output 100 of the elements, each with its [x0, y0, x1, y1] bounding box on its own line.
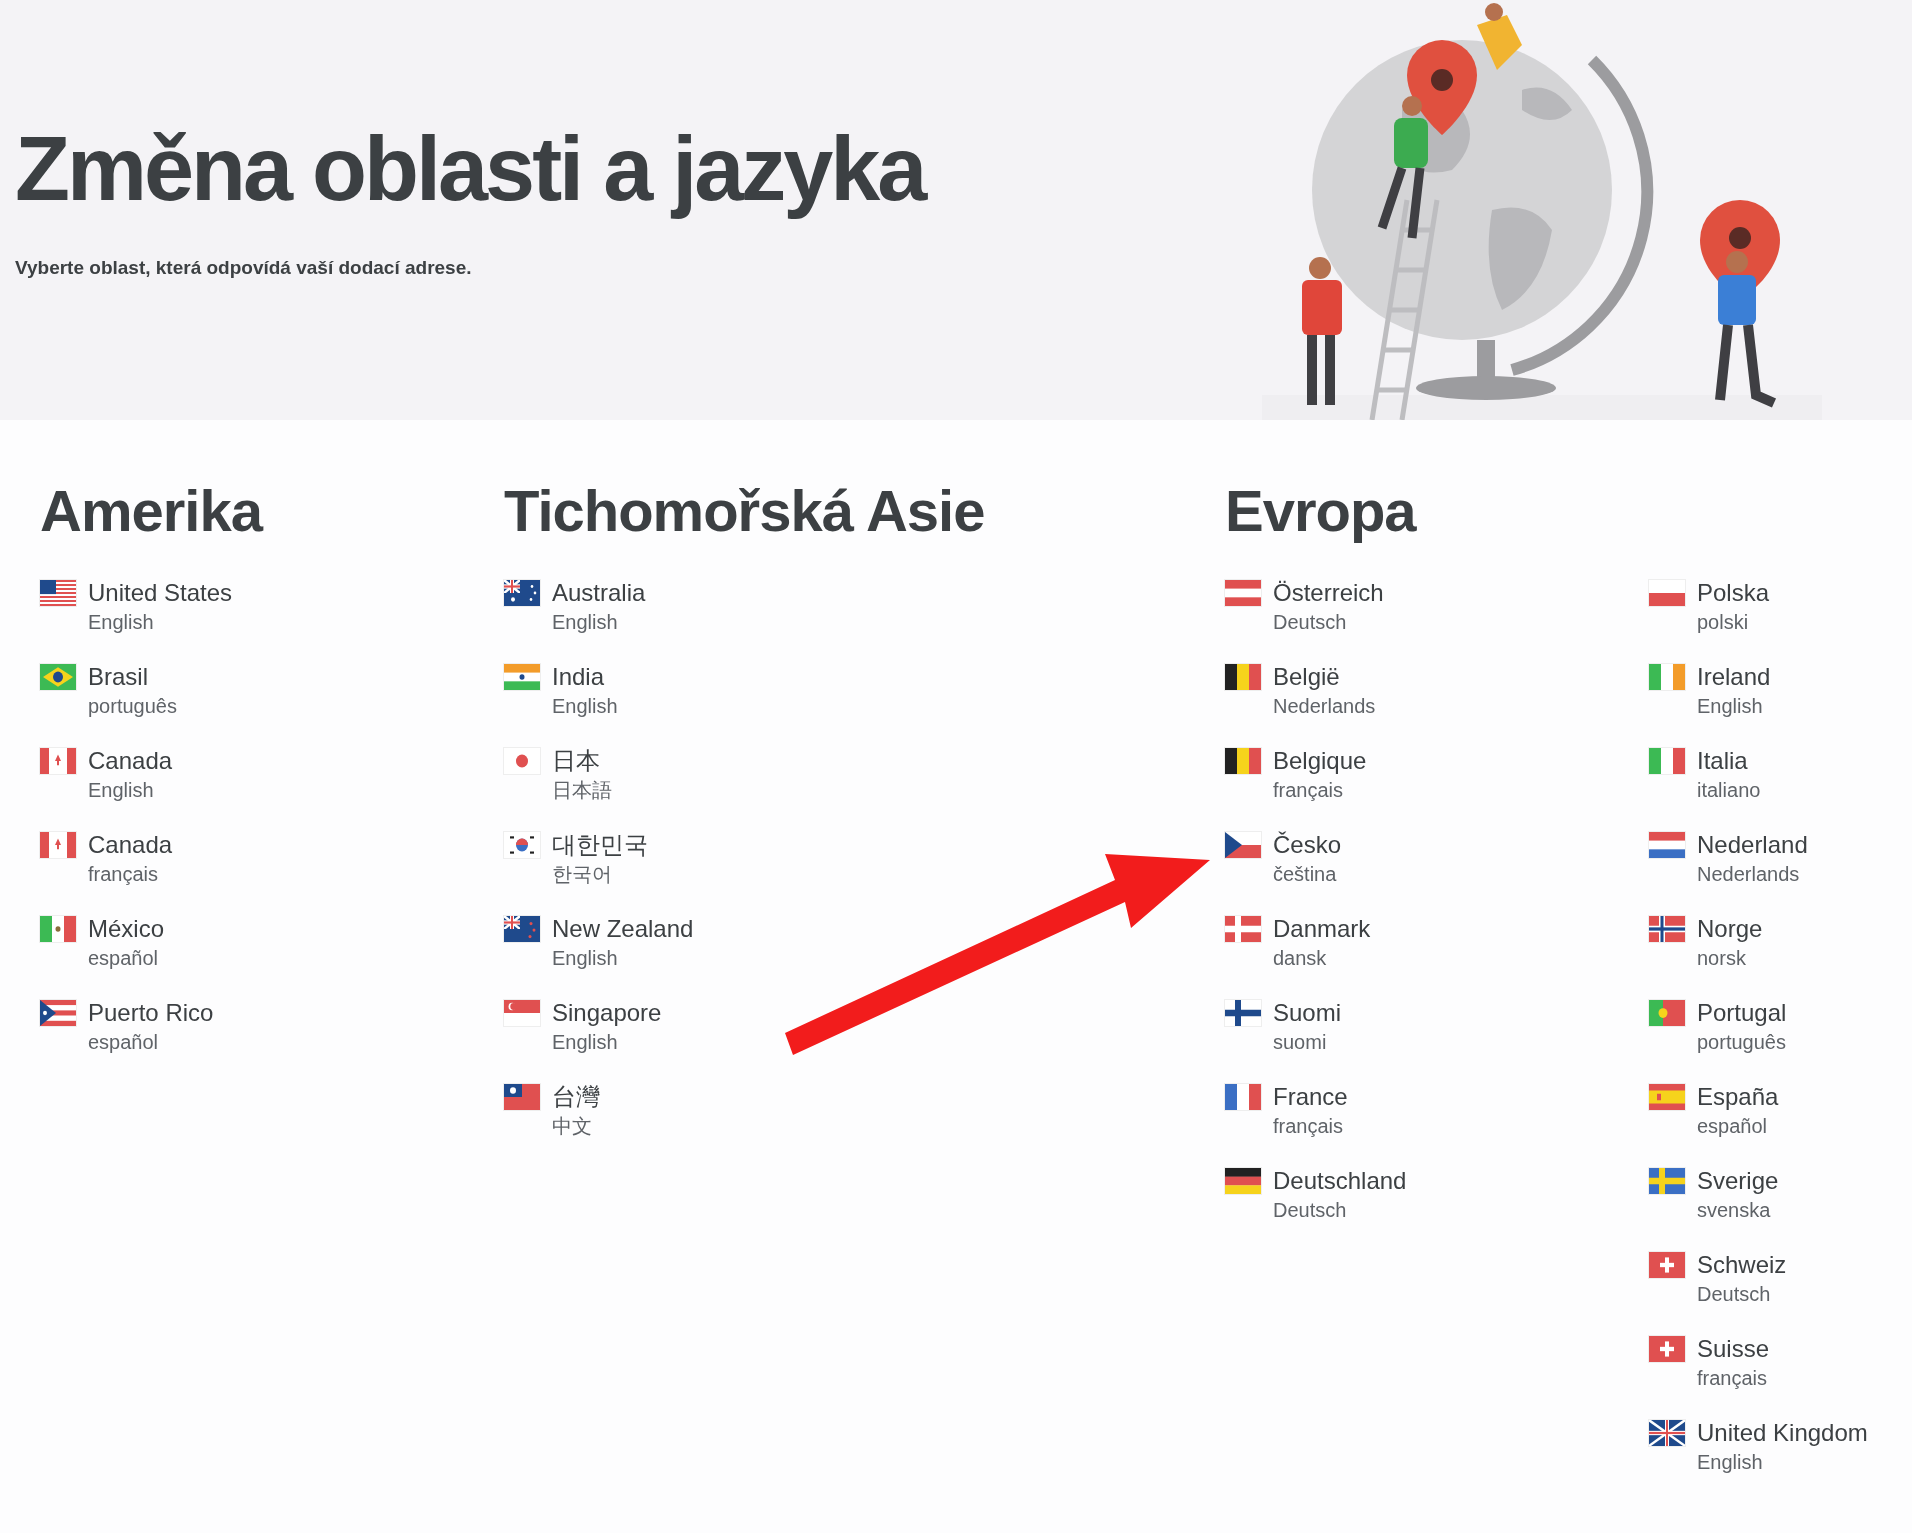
- country-link[interactable]: United States: [88, 578, 233, 608]
- language-label: Nederlands: [1273, 694, 1376, 719]
- language-label: français: [1273, 778, 1345, 803]
- country-link[interactable]: Danmark: [1273, 914, 1371, 944]
- flag-icon: [40, 1000, 76, 1026]
- language-label: dansk: [1273, 946, 1328, 971]
- page-title: Změna oblasti a jazyka: [15, 120, 925, 219]
- country-link[interactable]: United Kingdom: [1697, 1418, 1868, 1448]
- language-label: čeština: [1273, 862, 1338, 887]
- country-link[interactable]: Suisse: [1697, 1334, 1770, 1364]
- language-label: English: [88, 778, 155, 803]
- country-link[interactable]: México: [88, 914, 165, 944]
- country-link[interactable]: Belgique: [1273, 746, 1367, 776]
- flag-icon: [1649, 1420, 1685, 1446]
- language-label: English: [1697, 1450, 1764, 1475]
- flag-icon: [1649, 580, 1685, 606]
- page-subtitle: Vyberte oblast, která odpovídá vaší dodací adrese.: [15, 257, 473, 279]
- country-link[interactable]: Polska: [1697, 578, 1770, 608]
- country-link[interactable]: 日本: [552, 746, 612, 776]
- country-link[interactable]: Italia: [1697, 746, 1761, 776]
- language-label: français: [1697, 1366, 1769, 1391]
- language-label: español: [1697, 1114, 1769, 1139]
- language-label: 中文: [552, 1114, 593, 1139]
- country-link[interactable]: Canada: [88, 830, 173, 860]
- region-heading: Amerika: [40, 482, 264, 540]
- language-label: italiano: [1697, 778, 1761, 803]
- flag-icon: [1225, 580, 1261, 606]
- language-label: Deutsch: [1273, 1198, 1348, 1223]
- language-label: 한국어: [552, 862, 613, 887]
- country-link[interactable]: Singapore: [552, 998, 662, 1028]
- language-label: polski: [1697, 610, 1750, 635]
- flag-icon: [1225, 1084, 1261, 1110]
- flag-icon: [1649, 916, 1685, 942]
- flag-icon: [504, 916, 540, 942]
- language-label: 日本語: [552, 778, 612, 803]
- country-link[interactable]: Portugal: [1697, 998, 1787, 1028]
- language-label: norsk: [1697, 946, 1747, 971]
- language-label: svenska: [1697, 1198, 1772, 1223]
- language-label: Deutsch: [1697, 1282, 1772, 1307]
- country-link[interactable]: Ireland: [1697, 662, 1771, 692]
- flag-icon: [40, 916, 76, 942]
- flag-icon: [504, 1084, 540, 1110]
- country-link[interactable]: France: [1273, 1082, 1348, 1112]
- country-link[interactable]: 대한민국: [552, 830, 648, 860]
- flag-icon: [40, 580, 76, 606]
- flag-icon: [1225, 1000, 1261, 1026]
- flag-icon: [1649, 748, 1685, 774]
- flag-icon: [504, 664, 540, 690]
- flag-icon: [1225, 916, 1261, 942]
- flag-icon: [1225, 664, 1261, 690]
- region-heading: Tichomořská Asie: [504, 482, 986, 540]
- language-label: español: [88, 946, 160, 971]
- flag-icon: [1649, 1336, 1685, 1362]
- flag-icon: [504, 832, 540, 858]
- flag-icon: [1225, 832, 1261, 858]
- country-link[interactable]: Australia: [552, 578, 646, 608]
- country-link[interactable]: New Zealand: [552, 914, 694, 944]
- flag-icon: [504, 1000, 540, 1026]
- language-label: français: [88, 862, 160, 887]
- country-link[interactable]: België: [1273, 662, 1376, 692]
- language-label: español: [88, 1030, 160, 1055]
- language-label: français: [1273, 1114, 1345, 1139]
- language-label: suomi: [1273, 1030, 1328, 1055]
- country-link[interactable]: Österreich: [1273, 578, 1384, 608]
- country-link[interactable]: 台灣: [552, 1082, 600, 1112]
- language-label: português: [1697, 1030, 1787, 1055]
- flag-icon: [1225, 1168, 1261, 1194]
- country-link[interactable]: Sverige: [1697, 1166, 1779, 1196]
- flag-icon: [40, 664, 76, 690]
- language-label: English: [552, 694, 618, 719]
- flag-icon: [1649, 664, 1685, 690]
- flag-icon: [40, 748, 76, 774]
- language-label: English: [88, 610, 155, 635]
- flag-icon: [1649, 1252, 1685, 1278]
- language-label: Nederlands: [1697, 862, 1801, 887]
- country-link[interactable]: Canada: [88, 746, 173, 776]
- flag-icon: [504, 580, 540, 606]
- flag-icon: [504, 748, 540, 774]
- flag-icon: [1649, 1000, 1685, 1026]
- flag-icon: [40, 832, 76, 858]
- country-link[interactable]: Nederland: [1697, 830, 1808, 860]
- country-link[interactable]: España: [1697, 1082, 1779, 1112]
- flag-icon: [1225, 748, 1261, 774]
- language-label: English: [552, 610, 619, 635]
- language-label: português: [88, 694, 177, 719]
- language-label: English: [552, 1030, 619, 1055]
- country-link[interactable]: Norge: [1697, 914, 1763, 944]
- country-link[interactable]: Schweiz: [1697, 1250, 1787, 1280]
- country-link[interactable]: Suomi: [1273, 998, 1342, 1028]
- flag-icon: [1649, 1084, 1685, 1110]
- country-link[interactable]: India: [552, 662, 618, 692]
- country-link[interactable]: Puerto Rico: [88, 998, 214, 1028]
- language-label: English: [552, 946, 619, 971]
- country-link[interactable]: Česko: [1273, 830, 1342, 860]
- country-link[interactable]: Brasil: [88, 662, 177, 692]
- flag-icon: [1649, 832, 1685, 858]
- language-label: Deutsch: [1273, 610, 1348, 635]
- country-link[interactable]: Deutschland: [1273, 1166, 1407, 1196]
- flag-icon: [1649, 1168, 1685, 1194]
- language-label: English: [1697, 694, 1764, 719]
